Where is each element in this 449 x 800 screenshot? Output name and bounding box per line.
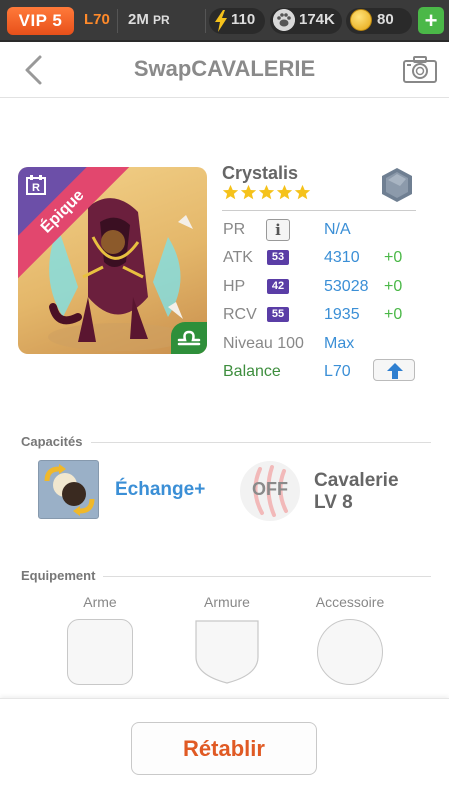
paw-value: 174K <box>299 11 335 28</box>
swap-orbs-art <box>44 464 95 516</box>
name-divider <box>222 210 416 211</box>
stat-label-atk: ATK <box>223 249 253 266</box>
coin-icon <box>350 9 372 31</box>
accessory-slot[interactable] <box>317 619 383 685</box>
energy-value: 110 <box>231 11 256 28</box>
equip-label-accessory: Accessoire <box>315 594 385 610</box>
player-level: L70 <box>84 11 110 28</box>
topbar-divider <box>205 9 206 33</box>
player-pr: 2M PR <box>128 11 170 28</box>
stat-label-rcv: RCV <box>223 306 257 323</box>
stat-value-hp: 53028 <box>324 278 369 295</box>
stat-value-level: Max <box>324 335 355 352</box>
rarity-r-icon: R <box>26 175 46 195</box>
reset-button[interactable]: Rétablir <box>131 722 317 775</box>
camera-icon[interactable] <box>402 54 438 84</box>
equip-label-armor: Armure <box>204 594 250 610</box>
resource-bar: VIP 5 L70 2M PR 110 174K 80 + <box>0 0 449 42</box>
info-icon[interactable]: i <box>266 219 290 241</box>
section-divider <box>103 576 431 577</box>
energy-icon <box>215 10 227 32</box>
add-currency-button[interactable]: + <box>418 7 444 34</box>
star-rating <box>222 184 311 201</box>
paw-icon <box>273 9 295 31</box>
libra-icon <box>177 330 201 346</box>
player-pr-unit: PR <box>153 13 170 27</box>
stat-badge-atk: 53 <box>267 250 289 265</box>
star-icon <box>276 184 293 200</box>
weapon-slot[interactable] <box>67 619 133 685</box>
metal-hexagon-icon[interactable] <box>378 166 416 204</box>
page-title: SwapCAVALERIE <box>133 56 316 81</box>
character-portrait[interactable]: Épique R <box>18 167 207 354</box>
stat-label-level: Niveau 100 <box>223 335 304 352</box>
stat-bonus-hp: +0 <box>384 278 403 295</box>
arrow-up-icon <box>387 363 403 379</box>
active-skill-name[interactable]: Échange+ <box>115 479 205 501</box>
coin-value: 80 <box>377 11 394 28</box>
stat-label-pr: PR <box>223 221 246 238</box>
passive-skill-name: Cavalerie LV 8 <box>314 470 399 514</box>
armor-slot[interactable] <box>194 619 260 685</box>
star-icon <box>258 184 275 200</box>
level-up-button[interactable] <box>373 359 415 381</box>
stat-badge-rcv: 55 <box>267 307 289 322</box>
swap-orbs-icon[interactable] <box>38 460 99 519</box>
libra-badge <box>171 322 207 354</box>
topbar-divider <box>117 9 118 33</box>
stat-label-hp: HP <box>223 278 246 295</box>
vip-badge[interactable]: VIP 5 <box>7 7 74 35</box>
stat-bonus-atk: +0 <box>384 249 403 266</box>
svg-text:R: R <box>32 182 40 194</box>
page-root: VIP 5 L70 2M PR 110 174K 80 + SwapCAVALE… <box>0 0 449 800</box>
section-divider <box>91 442 431 443</box>
nav-header: SwapCAVALERIE <box>0 44 449 98</box>
star-icon <box>294 184 311 200</box>
stat-bonus-rcv: +0 <box>384 306 403 323</box>
section-title-capacites: Capacités <box>21 434 83 449</box>
stat-badge-hp: 42 <box>267 279 289 294</box>
stat-value-atk: 4310 <box>324 249 360 266</box>
passive-skill-level: LV 8 <box>314 492 353 513</box>
passive-state: OFF <box>252 479 288 499</box>
equip-label-weapon: Arme <box>83 594 117 610</box>
character-name: Crystalis <box>222 163 299 183</box>
star-icon <box>222 184 239 200</box>
stat-value-pr: N/A <box>324 221 351 238</box>
stat-value-rcv: 1935 <box>324 306 360 323</box>
balance-value: L70 <box>324 363 351 380</box>
balance-label: Balance <box>223 363 281 380</box>
section-title-equipement: Equipement <box>21 568 96 583</box>
player-pr-value: 2M <box>128 11 149 28</box>
star-icon <box>240 184 257 200</box>
passive-skill-title: Cavalerie <box>314 470 399 491</box>
